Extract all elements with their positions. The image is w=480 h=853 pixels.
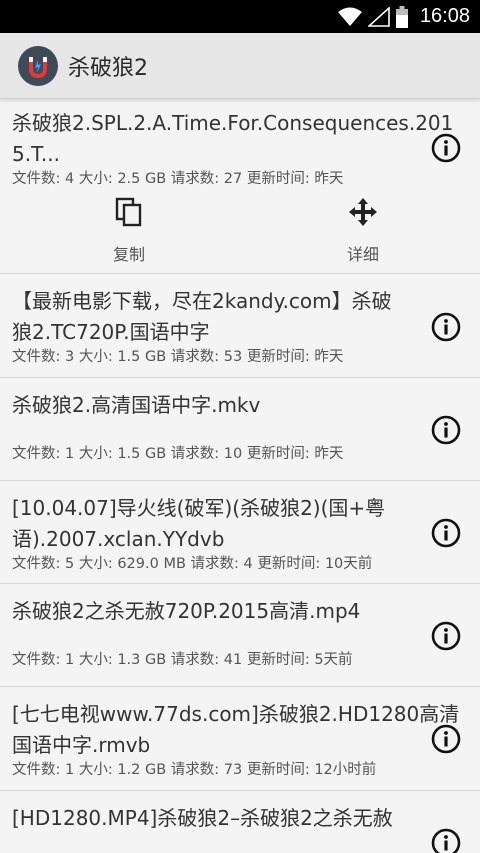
item-meta: 文件数: 1 大小: 1.5 GB 请求数: 10 更新时间: 昨天	[12, 446, 344, 462]
copy-button[interactable]: 复制	[12, 188, 246, 274]
info-icon[interactable]	[430, 620, 462, 652]
item-title: 杀破狼2.高清国语中字.mkv	[12, 393, 261, 417]
details-label: 详细	[346, 245, 379, 264]
battery-icon	[395, 5, 408, 28]
list-item[interactable]: 【最新电影下载，尽在2kandy.com】杀破狼2.TC720P.国语中字 文件…	[0, 274, 480, 378]
item-title: [HD1280.MP4]杀破狼2–杀破狼2之杀无赦	[12, 806, 393, 830]
item-meta: 文件数: 3 大小: 1.5 GB 请求数: 53 更新时间: 昨天	[12, 349, 344, 365]
signal-icon	[367, 6, 390, 27]
item-meta: 文件数: 1 大小: 1.3 GB 请求数: 41 更新时间: 5天前	[12, 652, 353, 668]
status-bar: 16:08	[0, 0, 480, 33]
info-icon[interactable]	[430, 311, 462, 343]
copy-icon	[115, 197, 143, 231]
list-item[interactable]: 杀破狼2.高清国语中字.mkv 文件数: 1 大小: 1.5 GB 请求数: 1…	[0, 378, 480, 481]
app-title: 杀破狼2	[68, 55, 148, 81]
app-logo-icon[interactable]	[18, 45, 58, 86]
item-actions: 复制 详细	[12, 188, 480, 274]
wifi-icon	[337, 7, 362, 27]
list-item[interactable]: 杀破狼2.SPL.2.A.Time.For.Consequences.2015.…	[0, 99, 480, 274]
copy-label: 复制	[112, 245, 145, 264]
list-item[interactable]: [HD1280.MP4]杀破狼2–杀破狼2之杀无赦	[0, 791, 480, 853]
item-title: [七七电视www.77ds.com]杀破狼2.HD1280高清国语中字.rmvb	[12, 702, 460, 757]
item-title: 【最新电影下载，尽在2kandy.com】杀破狼2.TC720P.国语中字	[12, 289, 392, 344]
list-item[interactable]: 杀破狼2之杀无赦720P.2015高清.mp4 文件数: 1 大小: 1.3 G…	[0, 584, 480, 687]
item-meta: 文件数: 1 大小: 1.2 GB 请求数: 73 更新时间: 12小时前	[12, 762, 377, 778]
move-arrows-icon	[348, 197, 378, 231]
app-bar: 杀破狼2	[0, 33, 480, 99]
info-icon[interactable]	[430, 517, 462, 549]
info-icon[interactable]	[430, 827, 462, 853]
item-title: 杀破狼2之杀无赦720P.2015高清.mp4	[12, 599, 361, 623]
info-icon[interactable]	[430, 132, 462, 164]
details-button[interactable]: 详细	[246, 188, 480, 274]
info-icon[interactable]	[430, 414, 462, 446]
result-list: 杀破狼2.SPL.2.A.Time.For.Consequences.2015.…	[0, 99, 480, 853]
list-item[interactable]: [七七电视www.77ds.com]杀破狼2.HD1280高清国语中字.rmvb…	[0, 687, 480, 791]
item-title: 杀破狼2.SPL.2.A.Time.For.Consequences.2015.…	[12, 111, 454, 166]
info-icon[interactable]	[430, 723, 462, 755]
item-title: [10.04.07]导火线(破军)(杀破狼2)(国+粤语).2007.xclan…	[12, 496, 386, 551]
list-item[interactable]: [10.04.07]导火线(破军)(杀破狼2)(国+粤语).2007.xclan…	[0, 481, 480, 584]
item-meta: 文件数: 5 大小: 629.0 MB 请求数: 4 更新时间: 10天前	[12, 556, 373, 572]
status-time: 16:08	[419, 5, 470, 27]
item-meta: 文件数: 4 大小: 2.5 GB 请求数: 27 更新时间: 昨天	[12, 171, 344, 187]
